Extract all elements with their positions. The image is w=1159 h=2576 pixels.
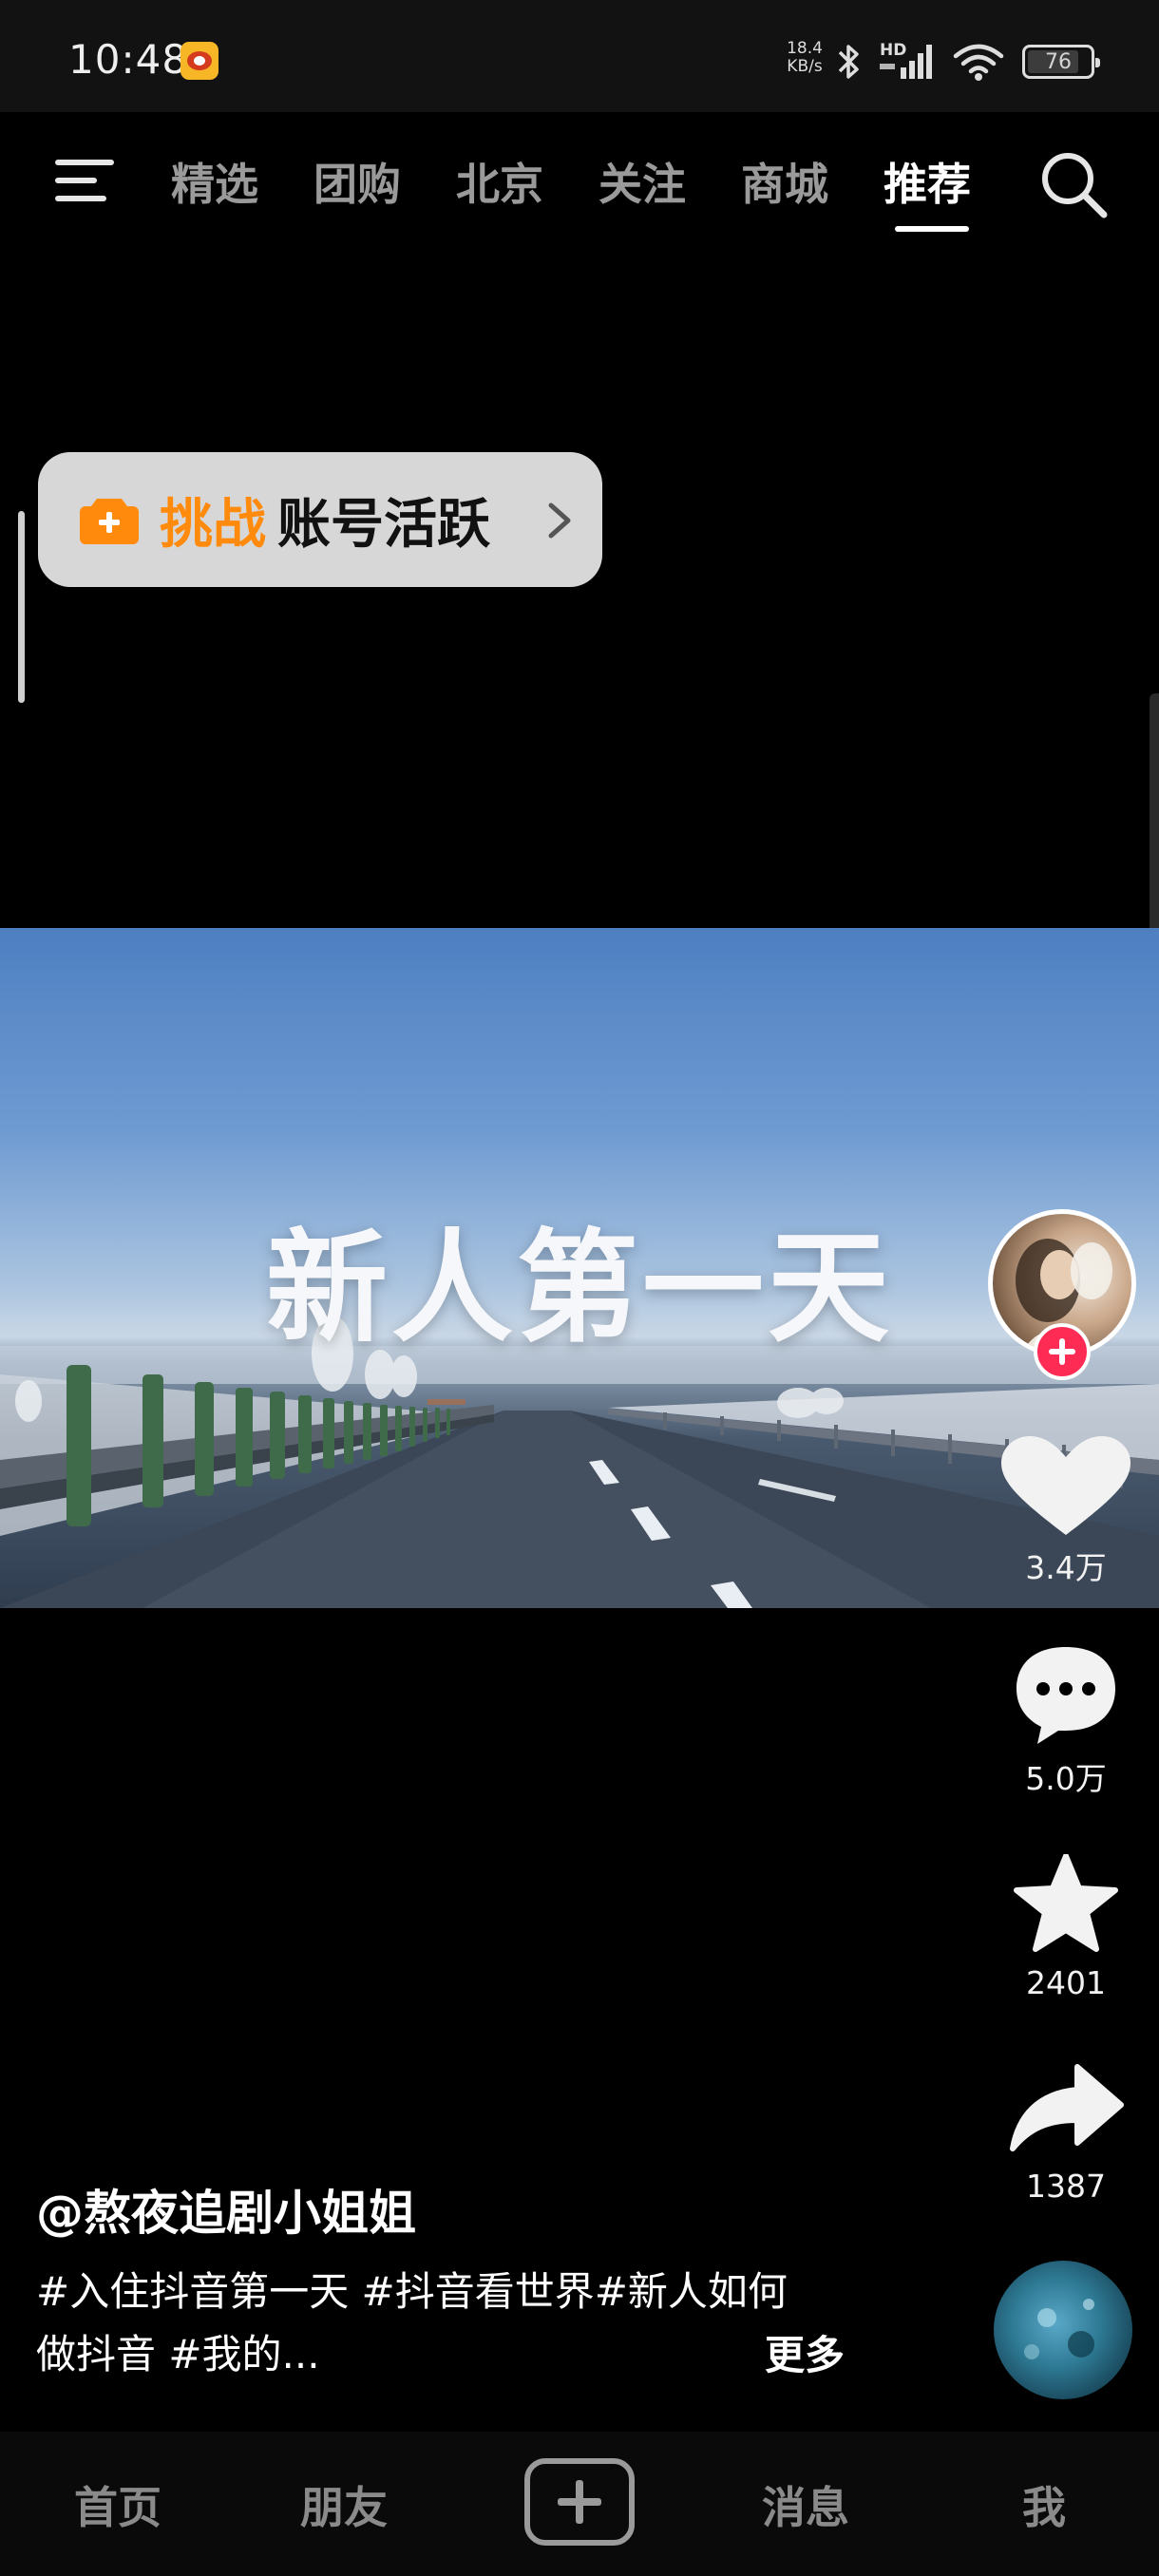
challenge-chip[interactable]: 挑战 账号活跃 <box>38 452 602 587</box>
share-arrow-icon <box>1010 2064 1124 2151</box>
network-speed-value: 18.4 <box>787 39 823 58</box>
like-count: 3.4万 <box>1025 1549 1107 1586</box>
nav-home[interactable]: 首页 <box>74 2473 162 2536</box>
chevron-right-icon <box>548 502 571 539</box>
battery-icon: 76 <box>1022 45 1100 79</box>
tab-beijing[interactable]: 北京 <box>452 146 595 222</box>
create-button[interactable] <box>524 2458 635 2546</box>
status-icons: HD 76 <box>836 38 1100 85</box>
plus-icon <box>558 2480 601 2524</box>
heart-icon <box>1001 1436 1130 1535</box>
nav-me[interactable]: 我 <box>1022 2473 1066 2536</box>
share-button[interactable] <box>999 2061 1132 2166</box>
follow-button[interactable] <box>1034 1323 1091 1380</box>
tab-mall[interactable]: 商城 <box>737 146 880 222</box>
status-time: 10:48 <box>68 36 189 83</box>
post-description: #入住抖音第一天 #抖音看世界#新人如何 做抖音 #我的... <box>36 2261 853 2386</box>
network-speed: 18.4 KB/s <box>781 40 828 76</box>
side-scroll-handle[interactable] <box>1150 693 1159 950</box>
tab-following[interactable]: 关注 <box>595 146 737 222</box>
author-name[interactable]: @熬夜追剧小姐姐 <box>36 2175 416 2244</box>
description-line-1: #入住抖音第一天 #抖音看世界#新人如何 <box>36 2268 788 2315</box>
star-icon <box>1014 1854 1118 1952</box>
top-nav: 精选 团购 北京 关注 商城 推荐 <box>0 112 1159 255</box>
bottom-nav: 首页 朋友 消息 我 <box>0 2432 1159 2576</box>
share-count: 1387 <box>1026 2168 1106 2205</box>
comment-count: 5.0万 <box>1025 1760 1107 1797</box>
music-disc[interactable] <box>994 2261 1132 2399</box>
status-bar: 10:48 18.4 KB/s HD 76 <box>0 0 1159 112</box>
network-speed-unit: KB/s <box>787 57 823 76</box>
favorite-count: 2401 <box>1026 1964 1106 2001</box>
tab-recommended[interactable]: 推荐 <box>880 146 1022 232</box>
comment-button[interactable] <box>999 1645 1132 1750</box>
bluetooth-icon <box>838 45 859 79</box>
nav-friends[interactable]: 朋友 <box>300 2473 388 2536</box>
tab-featured[interactable]: 精选 <box>167 146 310 222</box>
favorite-button[interactable] <box>999 1854 1132 1959</box>
more-button[interactable]: 更多 <box>765 2323 845 2381</box>
challenge-text: 账号活跃 <box>277 493 490 556</box>
app-notification-icon <box>180 42 218 80</box>
challenge-highlight: 挑战 <box>160 493 266 556</box>
tab-group-buy[interactable]: 团购 <box>310 146 452 222</box>
plus-icon <box>1049 1338 1075 1365</box>
progress-indicator <box>18 511 25 703</box>
nav-tabs: 精选 团购 北京 关注 商城 推荐 <box>167 146 1022 232</box>
wifi-icon <box>953 44 1004 81</box>
music-cover <box>1024 2299 1094 2359</box>
description-line-2: 做抖音 #我的... <box>36 2331 320 2377</box>
video-caption: 新人第一天 <box>265 1218 893 1359</box>
cellular-signal-icon: HD <box>880 41 935 83</box>
menu-icon[interactable] <box>53 154 116 207</box>
like-button[interactable] <box>999 1436 1132 1541</box>
video-frame[interactable]: 新人第一天 <box>0 928 1159 1608</box>
search-icon[interactable] <box>1036 146 1112 222</box>
camera-plus-icon <box>80 499 139 544</box>
nav-messages[interactable]: 消息 <box>762 2473 849 2536</box>
